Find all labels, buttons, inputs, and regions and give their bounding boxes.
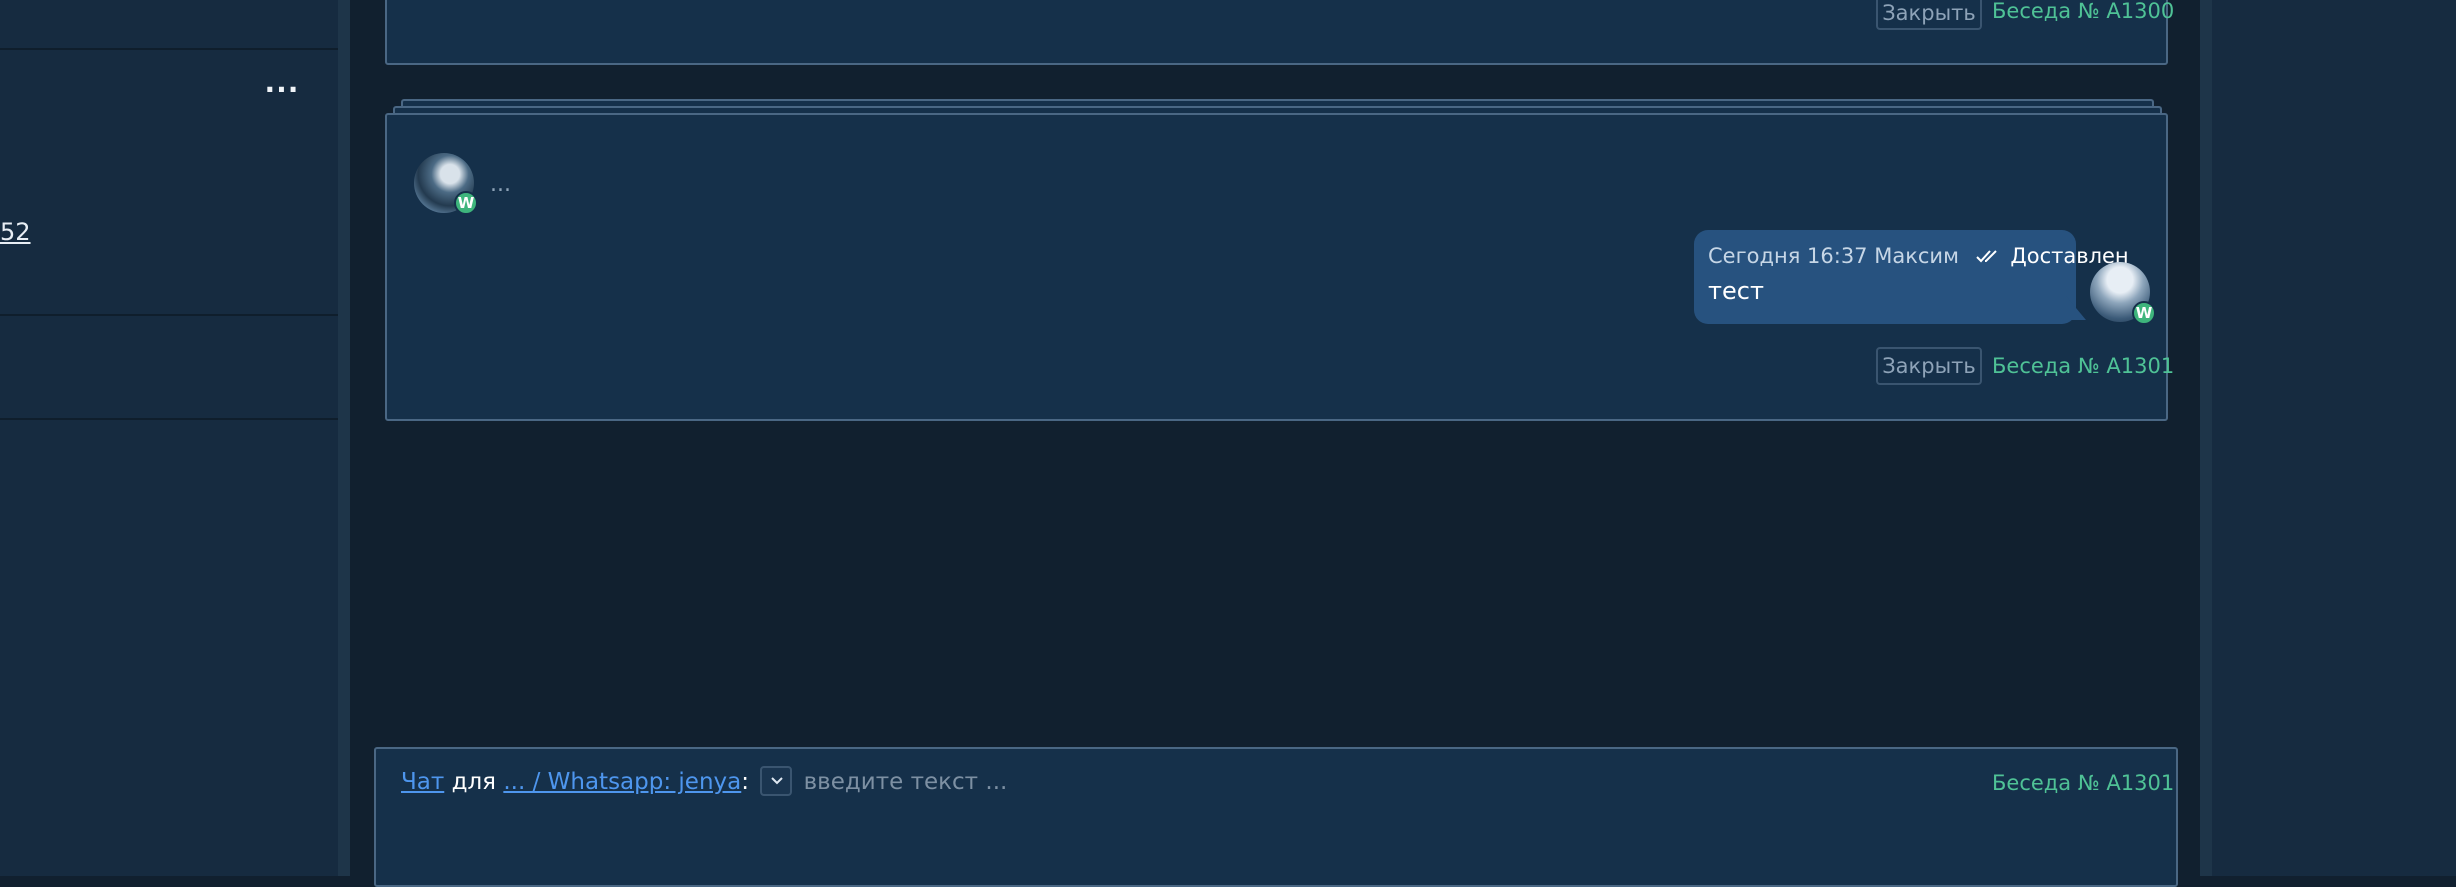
colon-label: :: [741, 769, 749, 795]
whatsapp-icon: W: [2132, 301, 2156, 325]
message-meta: Сегодня 16:37 Максим Доставлен: [1708, 244, 2129, 268]
composer-header: Чат для ... / Whatsapp: jenya: введите т…: [401, 765, 1007, 800]
conversation-number[interactable]: Беседа № A1300: [1992, 0, 2174, 30]
divider: [0, 48, 338, 50]
whatsapp-icon: W: [454, 191, 478, 215]
chat-link[interactable]: Чат: [401, 769, 444, 795]
right-panel: [2212, 0, 2456, 876]
left-panel: [0, 0, 338, 876]
message-timestamp-author: Сегодня 16:37 Максим: [1708, 244, 1959, 268]
close-button[interactable]: Закрыть: [1876, 0, 1982, 30]
for-label: для: [451, 769, 497, 795]
message-input[interactable]: введите текст ...: [804, 769, 1008, 795]
typing-indicator: ...: [490, 172, 511, 197]
chevron-down-icon: [771, 776, 784, 784]
left-panel-link[interactable]: 52: [0, 215, 31, 249]
channel-dropdown[interactable]: [760, 765, 793, 796]
message-text: тест: [1708, 277, 1764, 305]
more-options-icon[interactable]: ···: [262, 70, 302, 110]
conversation-number[interactable]: Беседа № A1301: [1992, 347, 2174, 385]
double-check-icon: [1975, 245, 2002, 263]
conversation-number[interactable]: Беседа № A1301: [1992, 764, 2174, 802]
close-button[interactable]: Закрыть: [1876, 347, 1982, 385]
channel-link[interactable]: ... / Whatsapp: jenya: [503, 769, 741, 795]
divider: [0, 314, 338, 316]
divider: [0, 418, 338, 420]
panel-splitter[interactable]: [2200, 0, 2212, 876]
panel-splitter[interactable]: [338, 0, 350, 876]
